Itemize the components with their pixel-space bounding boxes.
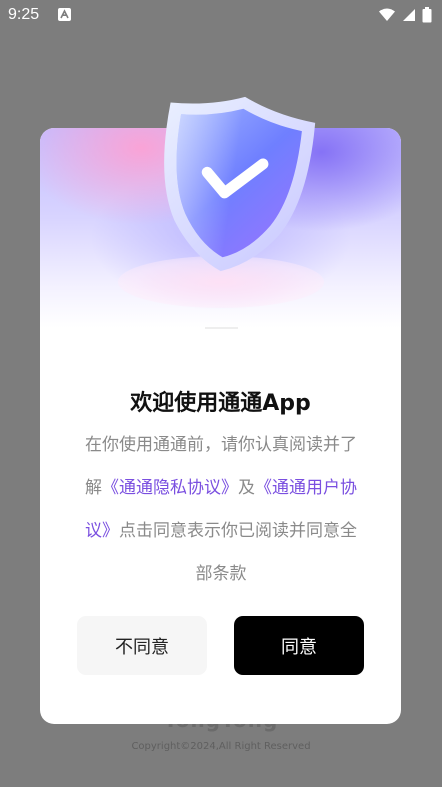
status-icons bbox=[378, 7, 432, 28]
message-text-and: 及 bbox=[238, 478, 255, 498]
agree-button[interactable]: 同意 bbox=[234, 616, 364, 675]
dialog-message: 在你使用通通前，请你认真阅读并了解《通通隐私协议》及《通通用户协议》点击同意表示… bbox=[78, 424, 364, 596]
signal-icon bbox=[402, 8, 416, 27]
privacy-dialog: 欢迎使用通通App 在你使用通通前，请你认真阅读并了解《通通隐私协议》及《通通用… bbox=[40, 96, 401, 724]
shield-check-icon bbox=[164, 96, 316, 272]
status-time: 9:25 bbox=[8, 6, 40, 23]
dialog-title: 欢迎使用通通App bbox=[130, 391, 311, 416]
wifi-icon bbox=[378, 8, 396, 27]
notification-icon bbox=[58, 8, 71, 21]
status-bar: 9:25 bbox=[0, 0, 442, 32]
battery-icon bbox=[422, 7, 432, 28]
background-copyright: Copyright©2024,All Right Reserved bbox=[131, 741, 311, 752]
message-text-consent: 点击同意表示你已阅读并同意全部条款 bbox=[119, 521, 357, 584]
privacy-policy-link[interactable]: 《通通隐私协议》 bbox=[102, 478, 238, 498]
divider bbox=[205, 327, 238, 329]
disagree-button[interactable]: 不同意 bbox=[77, 616, 207, 675]
